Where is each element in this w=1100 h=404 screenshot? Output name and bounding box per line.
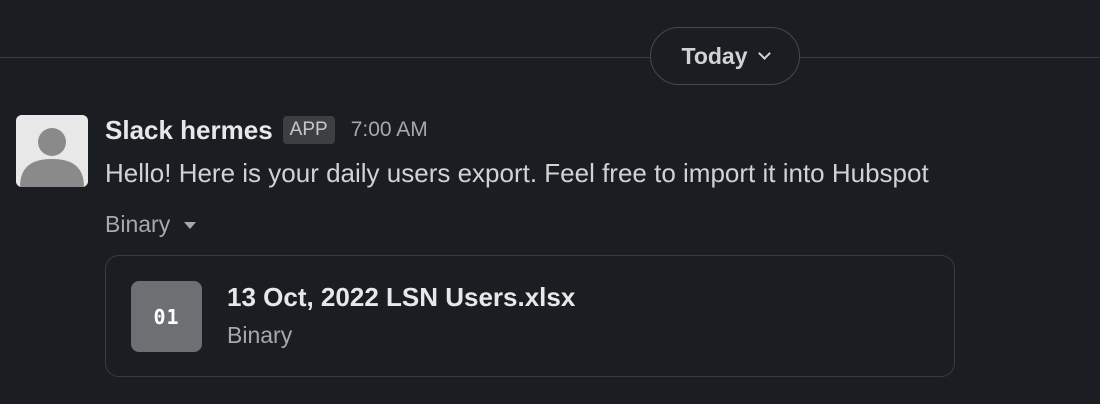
file-type: Binary [227, 322, 293, 348]
default-user-avatar-icon [16, 115, 88, 187]
attachment-toggle-label: Binary [105, 211, 171, 237]
chevron-down-icon [757, 47, 771, 60]
message-pane: Today Slack hermes APP 7:00 AM Hello! He… [0, 0, 1100, 404]
date-divider-line [0, 57, 1100, 58]
date-divider-button[interactable]: Today [650, 27, 800, 85]
file-name[interactable]: 13 Oct, 2022 LSN Users.xlsx [227, 282, 575, 313]
message-text: Hello! Here is your daily users export. … [105, 158, 929, 188]
file-icon-label: 01 [153, 304, 180, 329]
date-divider-label: Today [681, 42, 748, 69]
caret-down-icon [184, 222, 197, 229]
attachment-toggle[interactable]: Binary [105, 211, 197, 238]
binary-file-icon: 01 [131, 281, 202, 352]
file-attachment-card[interactable]: 01 13 Oct, 2022 LSN Users.xlsx Binary [105, 255, 955, 377]
message-timestamp[interactable]: 7:00 AM [351, 118, 428, 142]
avatar[interactable] [16, 115, 88, 187]
message-header: Slack hermes APP 7:00 AM [105, 113, 428, 147]
sender-name[interactable]: Slack hermes [105, 115, 273, 146]
app-badge: APP [282, 116, 335, 144]
